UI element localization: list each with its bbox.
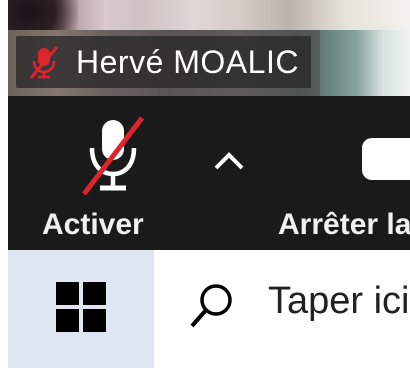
chevron-up-icon — [212, 150, 246, 177]
video-feed-right — [320, 30, 410, 96]
microphone-muted-icon — [24, 42, 64, 82]
stop-video-button[interactable]: Arrêter la vidéo — [270, 104, 410, 250]
windows-logo-icon — [56, 281, 106, 337]
search-icon — [186, 280, 238, 332]
windows-taskbar: Taper ici pour rechercher — [8, 250, 410, 368]
start-button[interactable] — [8, 250, 154, 368]
video-feed-top — [8, 0, 410, 30]
audio-options-button[interactable] — [204, 138, 254, 188]
search-placeholder: Taper ici pour rechercher — [268, 280, 410, 322]
meeting-toolbar: Activer Arrêter la vidéo — [8, 96, 410, 250]
microphone-muted-icon — [78, 114, 148, 198]
unmute-label: Activer — [42, 208, 144, 241]
screen: Hervé MOALIC Activer Arrêter la Taper ic… — [0, 0, 410, 368]
participant-name: Hervé MOALIC — [76, 43, 299, 80]
unmute-button[interactable]: Activer — [28, 104, 178, 250]
participant-video-tile: Hervé MOALIC — [8, 0, 410, 96]
video-camera-icon — [362, 138, 410, 180]
participant-name-badge: Hervé MOALIC — [16, 36, 311, 88]
taskbar-search-box[interactable]: Taper ici pour rechercher — [154, 250, 410, 368]
stop-video-label: Arrêter la vidéo — [278, 208, 410, 241]
